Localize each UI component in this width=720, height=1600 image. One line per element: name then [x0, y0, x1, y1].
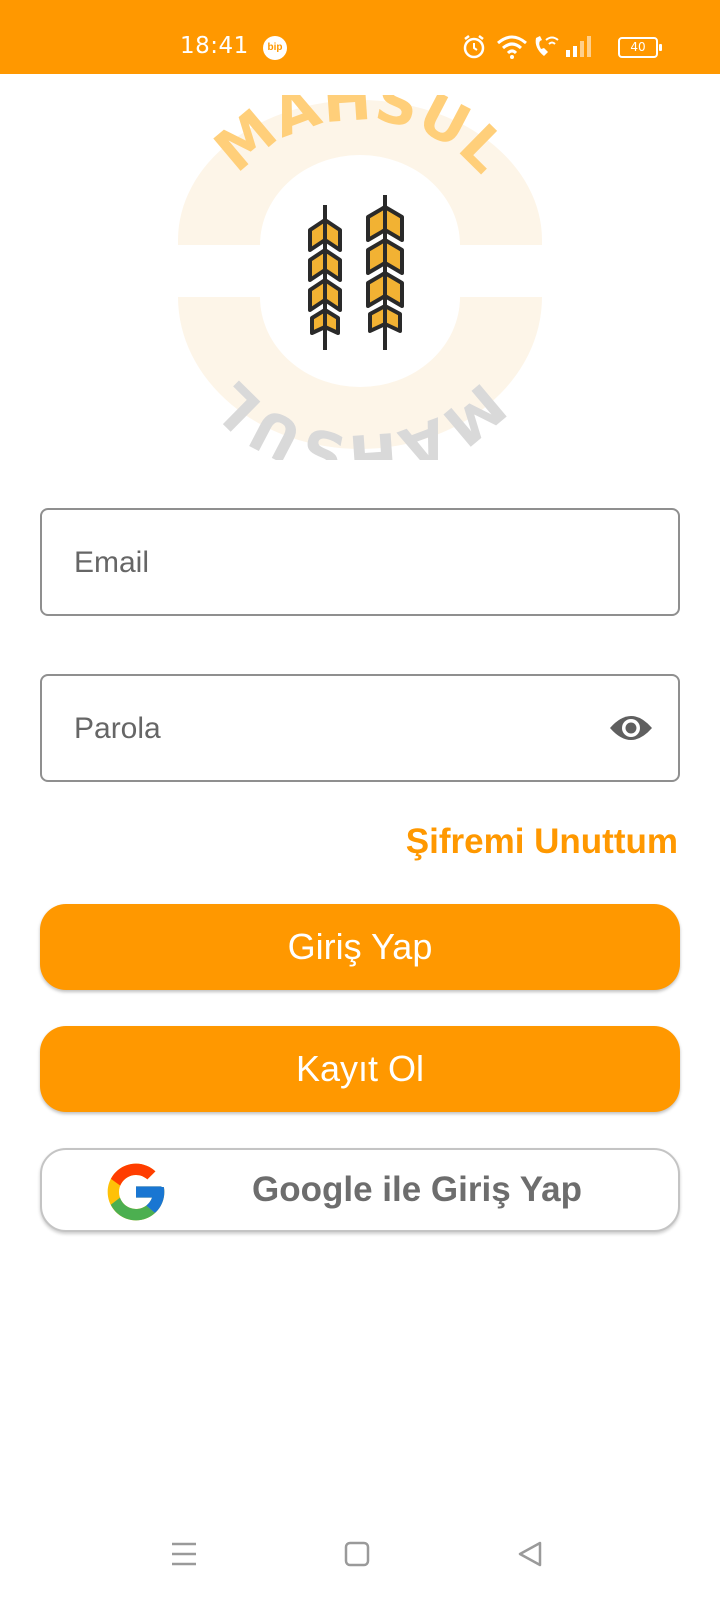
- forgot-password-link[interactable]: Şifremi Unuttum: [406, 822, 678, 862]
- wifi-call-icon: [535, 36, 559, 56]
- wheat-icon: [308, 195, 404, 350]
- app-logo: MAHSUL MAHSUL: [160, 65, 560, 490]
- back-icon[interactable]: [510, 1534, 550, 1574]
- login-button[interactable]: Giriş Yap: [40, 904, 680, 990]
- system-nav-bar: [0, 1520, 720, 1600]
- google-icon: [107, 1163, 165, 1221]
- home-icon[interactable]: [337, 1534, 377, 1574]
- bip-app-icon: bip: [263, 36, 287, 60]
- status-icons: 40: [463, 34, 670, 64]
- eye-icon[interactable]: [608, 712, 654, 744]
- password-input[interactable]: [72, 676, 596, 782]
- signal-icon: [566, 36, 591, 57]
- battery-icon: 40: [618, 37, 662, 58]
- status-time: 18:41: [180, 33, 249, 59]
- wifi-icon: [497, 35, 527, 59]
- google-login-button[interactable]: Google ile Giriş Yap: [40, 1148, 680, 1232]
- password-field[interactable]: [40, 674, 680, 782]
- google-login-label: Google ile Giriş Yap: [252, 1170, 583, 1209]
- alarm-icon: [463, 35, 485, 59]
- email-input[interactable]: [72, 510, 596, 616]
- menu-icon[interactable]: [164, 1534, 204, 1574]
- status-bar: 18:41 bip 40: [0, 0, 720, 74]
- email-field[interactable]: [40, 508, 680, 616]
- register-button[interactable]: Kayıt Ol: [40, 1026, 680, 1112]
